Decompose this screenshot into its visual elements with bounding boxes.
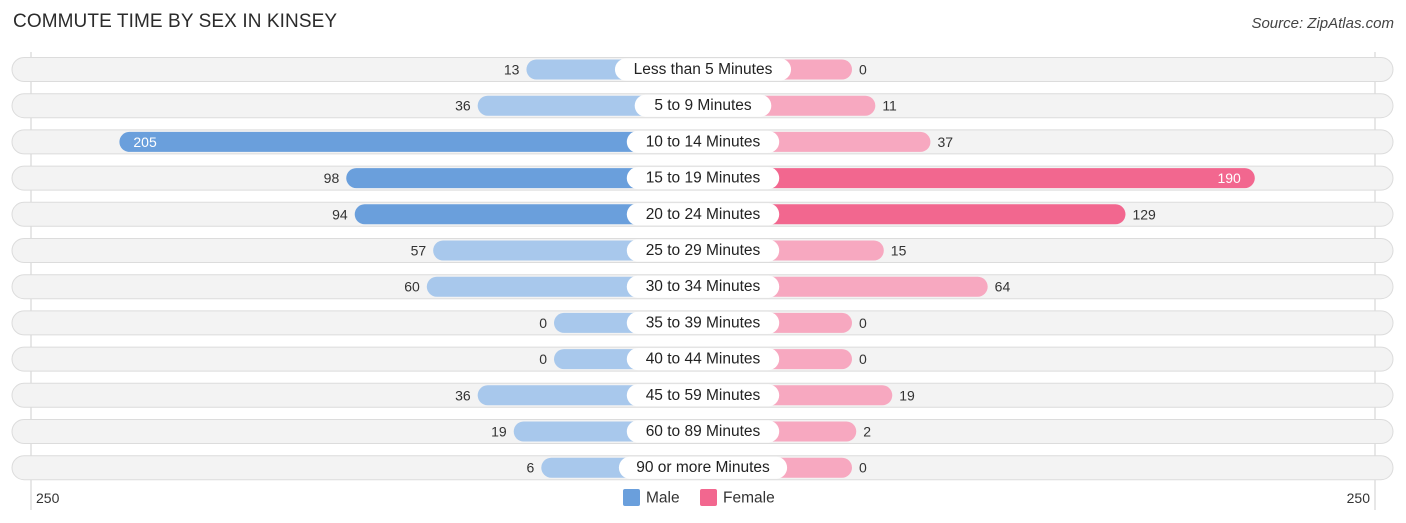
value-label-female: 2 <box>863 424 871 440</box>
value-label-male: 205 <box>133 134 157 150</box>
category-label: 60 to 89 Minutes <box>646 423 761 440</box>
value-label-female: 37 <box>937 134 953 150</box>
value-label-male: 98 <box>324 170 340 186</box>
value-label-male: 19 <box>491 424 507 440</box>
category-label: 45 to 59 Minutes <box>646 387 761 404</box>
value-label-female: 0 <box>859 351 867 367</box>
value-label-female: 0 <box>859 460 867 476</box>
value-label-male: 0 <box>539 351 547 367</box>
category-label: 30 to 34 Minutes <box>646 278 761 295</box>
value-label-female: 129 <box>1132 206 1156 222</box>
legend-swatch-female <box>700 489 717 506</box>
category-label: Less than 5 Minutes <box>634 61 773 78</box>
legend-label-male: Male <box>646 490 680 507</box>
value-label-female: 19 <box>899 387 915 403</box>
category-label: 40 to 44 Minutes <box>646 351 761 368</box>
category-label: 10 to 14 Minutes <box>646 133 761 150</box>
value-label-female: 0 <box>859 315 867 331</box>
category-label: 35 to 39 Minutes <box>646 314 761 331</box>
value-label-female: 0 <box>859 62 867 78</box>
value-label-female: 15 <box>891 243 907 259</box>
category-label: 5 to 9 Minutes <box>654 97 752 114</box>
category-label: 15 to 19 Minutes <box>646 170 761 187</box>
category-label: 25 to 29 Minutes <box>646 242 761 259</box>
axis-label-right: 250 <box>1347 490 1371 506</box>
commute-chart: Less than 5 Minutes 13 0 5 to 9 Minutes 36 11… <box>11 52 1394 510</box>
value-label-female: 64 <box>995 279 1011 295</box>
value-label-male: 60 <box>404 279 420 295</box>
value-label-male: 0 <box>539 315 547 331</box>
value-label-female: 11 <box>882 98 897 114</box>
value-label-female: 190 <box>1217 170 1241 186</box>
value-label-male: 94 <box>332 206 348 222</box>
value-label-male: 36 <box>455 387 471 403</box>
value-label-male: 57 <box>411 243 427 259</box>
legend-label-female: Female <box>723 490 775 507</box>
legend-swatch-male <box>623 489 640 506</box>
axis-label-left: 250 <box>36 490 60 506</box>
value-label-male: 36 <box>455 98 471 114</box>
bar-female <box>703 168 1255 189</box>
value-label-male: 13 <box>504 62 520 78</box>
category-label: 20 to 24 Minutes <box>646 206 761 223</box>
value-label-male: 6 <box>526 460 534 476</box>
category-label: 90 or more Minutes <box>636 459 770 476</box>
bar-male <box>119 131 703 152</box>
